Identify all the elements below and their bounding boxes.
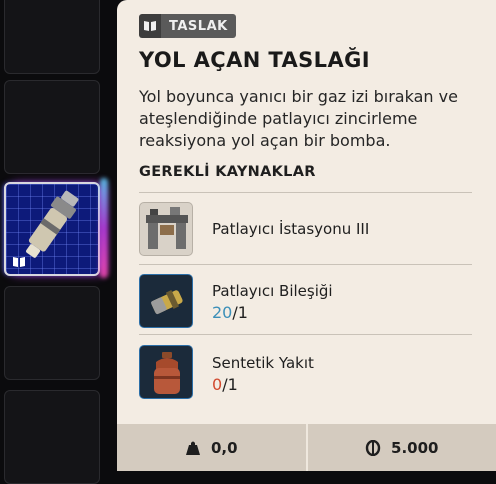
resource-required: /1 [232, 303, 248, 322]
resource-owned: 0 [212, 375, 222, 394]
resource-row: Patlayıcı İstasyonu III [139, 198, 472, 258]
item-title: YOL AÇAN TASLAĞI [139, 48, 370, 72]
badge-label: TASLAK [161, 14, 236, 38]
divider [139, 192, 472, 193]
inventory-slot[interactable] [4, 286, 100, 380]
tooltip-footer: 0,0 5.000 [117, 424, 496, 471]
weight-icon [185, 440, 201, 456]
blueprint-book-icon [139, 14, 161, 38]
inventory-slot[interactable] [4, 0, 100, 74]
item-description: Yol boyunca yanıcı bir gaz izi bırakan v… [139, 86, 479, 152]
resource-quantity: 0/1 [212, 375, 238, 394]
resource-name: Sentetik Yakıt [212, 354, 314, 372]
resource-name: Patlayıcı İstasyonu III [212, 220, 369, 238]
selection-glow [100, 178, 108, 278]
price-cell: 5.000 [306, 424, 496, 471]
workstation-icon [139, 202, 193, 256]
inventory-slot-selected[interactable] [4, 182, 100, 276]
resource-required: /1 [222, 375, 238, 394]
fuel-canister-icon [139, 345, 193, 399]
inventory-slot[interactable] [4, 80, 100, 174]
divider [139, 334, 472, 335]
resource-row: Sentetik Yakıt 0/1 [139, 341, 472, 401]
item-tooltip: TASLAK YOL AÇAN TASLAĞI Yol boyunca yanı… [117, 0, 496, 471]
inventory-grid [0, 0, 120, 471]
price-value: 5.000 [391, 439, 438, 457]
inventory-slot[interactable] [4, 390, 100, 484]
requirements-heading: GEREKLİ KAYNAKLAR [139, 164, 316, 180]
resource-quantity: 20/1 [212, 303, 248, 322]
blueprint-badge: TASLAK [139, 14, 236, 38]
weight-cell: 0,0 [117, 424, 306, 471]
blueprint-book-icon [12, 256, 26, 268]
coin-icon [365, 440, 381, 456]
divider [139, 264, 472, 265]
weight-value: 0,0 [211, 439, 238, 457]
resource-name: Patlayıcı Bileşiği [212, 282, 333, 300]
explosive-compound-icon [139, 274, 193, 328]
resource-owned: 20 [212, 303, 232, 322]
resource-row: Patlayıcı Bileşiği 20/1 [139, 270, 472, 330]
